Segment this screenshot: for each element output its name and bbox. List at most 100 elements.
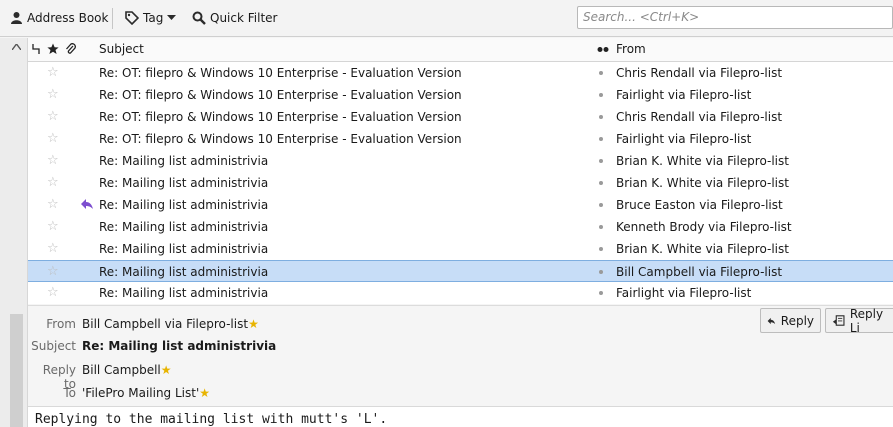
message-row[interactable]: ☆ Re: OT: filepro & Windows 10 Enterprise… [28, 106, 893, 128]
star-icon[interactable]: ☆ [47, 87, 59, 102]
to-name[interactable]: 'FilePro Mailing List' [82, 386, 199, 400]
message-from: Fairlight via Filepro-list [616, 132, 752, 146]
message-row[interactable]: ☆ Re: Mailing list administrivia Fairlight… [28, 282, 893, 304]
message-row[interactable]: ☆ Re: Mailing list administrivia Brian K. … [28, 172, 893, 194]
message-from: Fairlight via Filepro-list [616, 286, 752, 300]
message-row[interactable]: ☆ Re: OT: filepro & Windows 10 Enterprise… [28, 128, 893, 150]
tag-label: Tag [143, 11, 164, 25]
message-subject: Re: OT: filepro & Windows 10 Enterprise … [99, 88, 462, 102]
star-icon[interactable]: ☆ [47, 285, 59, 300]
star-icon[interactable]: ☆ [47, 241, 59, 256]
message-from: Brian K. White via Filepro-list [616, 154, 789, 168]
message-from: Kenneth Brody via Filepro-list [616, 220, 792, 234]
message-subject: Re: Mailing list administrivia [99, 265, 269, 279]
reply-button[interactable]: Reply [760, 308, 821, 333]
quick-filter-label: Quick Filter [210, 11, 278, 25]
message-from: Chris Rendall via Filepro-list [616, 110, 783, 124]
reply-to-value[interactable]: Bill Campbell★ [82, 363, 172, 377]
unread-dot-icon[interactable] [599, 93, 603, 97]
message-row[interactable]: ☆ Re: Mailing list administrivia Brian K. … [28, 150, 893, 172]
tag-button[interactable]: Tag [125, 8, 177, 28]
message-subject: Re: Mailing list administrivia [99, 154, 269, 168]
message-row[interactable]: ☆ Re: Mailing list administrivia Kenneth B… [28, 216, 893, 238]
unread-dot-icon[interactable] [599, 115, 603, 119]
reply-list-icon [832, 315, 845, 326]
star-icon[interactable]: ☆ [47, 153, 59, 168]
attachment-icon[interactable] [65, 43, 76, 55]
message-body: Replying to the mailing list with mutt's… [28, 406, 893, 427]
star-column-icon[interactable] [47, 43, 59, 55]
unread-dot-icon[interactable] [599, 159, 603, 163]
subject-label: Subject [31, 339, 76, 353]
message-row[interactable]: ☆ Re: Mailing list administrivia Bruce Eas… [28, 194, 893, 216]
to-label: To [63, 386, 76, 400]
unread-dot-icon[interactable] [599, 203, 603, 207]
to-value[interactable]: 'FilePro Mailing List'★ [82, 386, 210, 400]
quick-filter-button[interactable]: Quick Filter [192, 8, 277, 28]
from-label: From [46, 317, 76, 331]
message-from: Brian K. White via Filepro-list [616, 176, 789, 190]
message-from: Fairlight via Filepro-list [616, 88, 752, 102]
tag-icon [125, 11, 139, 25]
message-subject: Re: OT: filepro & Windows 10 Enterprise … [99, 132, 462, 146]
unread-dot-icon[interactable] [599, 247, 603, 251]
search-input[interactable]: Search... <Ctrl+K> [577, 6, 893, 29]
message-row[interactable]: ☆ Re: OT: filepro & Windows 10 Enterprise… [28, 62, 893, 84]
contact-star-icon[interactable]: ★ [199, 386, 210, 400]
unread-dot-icon[interactable] [599, 291, 603, 295]
message-row[interactable]: ☆ Re: Mailing list administrivia Brian K. … [28, 238, 893, 260]
message-body-text: Replying to the mailing list with mutt's… [35, 412, 388, 427]
search-placeholder: Search... <Ctrl+K> [583, 10, 700, 24]
star-icon[interactable]: ☆ [47, 109, 59, 124]
star-icon[interactable]: ☆ [47, 175, 59, 190]
unread-dot-icon[interactable] [599, 225, 603, 229]
address-book-label: Address Book [27, 11, 109, 25]
main-toolbar: Address Book Tag Quick Filter Search... … [0, 0, 893, 37]
scrollbar-thumb[interactable] [10, 314, 23, 427]
scroll-up-icon[interactable] [12, 44, 21, 50]
contact-star-icon[interactable]: ★ [248, 317, 259, 331]
message-subject: Re: OT: filepro & Windows 10 Enterprise … [99, 66, 462, 80]
column-subject[interactable]: Subject [99, 42, 144, 56]
message-from: Bruce Easton via Filepro-list [616, 198, 783, 212]
toolbar-separator [112, 8, 113, 29]
from-name[interactable]: Bill Campbell via Filepro-list [82, 317, 248, 331]
from-value[interactable]: Bill Campbell via Filepro-list★ [82, 317, 259, 331]
message-subject: Re: Mailing list administrivia [99, 220, 269, 234]
column-from[interactable]: From [616, 42, 646, 56]
unread-dot-icon[interactable] [599, 270, 603, 274]
thread-icon[interactable] [32, 44, 40, 55]
star-icon[interactable]: ☆ [47, 197, 59, 212]
contact-star-icon[interactable]: ★ [161, 363, 172, 377]
message-list: Subject From ☆ Re: OT: filepro & Windows … [28, 38, 893, 304]
address-book-button[interactable]: Address Book [10, 8, 108, 28]
unread-dot-icon[interactable] [599, 71, 603, 75]
message-header-pane: From Bill Campbell via Filepro-list★ Sub… [28, 305, 893, 406]
message-subject: Re: Mailing list administrivia [99, 176, 269, 190]
replied-arrow-icon [81, 199, 93, 209]
star-icon[interactable]: ☆ [47, 65, 59, 80]
message-row[interactable]: ☆ Re: Mailing list administrivia Bill Camp… [28, 260, 893, 282]
message-subject: Re: Mailing list administrivia [99, 286, 269, 300]
star-icon[interactable]: ☆ [47, 131, 59, 146]
unread-dot-icon[interactable] [599, 181, 603, 185]
message-row[interactable]: ☆ Re: OT: filepro & Windows 10 Enterprise… [28, 84, 893, 106]
subject-value: Re: Mailing list administrivia [82, 339, 277, 353]
message-subject: Re: Mailing list administrivia [99, 242, 269, 256]
message-subject: Re: OT: filepro & Windows 10 Enterprise … [99, 110, 462, 124]
message-from: Brian K. White via Filepro-list [616, 242, 789, 256]
reply-label: Reply [780, 313, 814, 328]
reply-list-button[interactable]: Reply Li [825, 307, 893, 335]
reply-icon [767, 317, 776, 324]
search-icon [192, 11, 206, 25]
message-from: Bill Campbell via Filepro-list [616, 265, 783, 279]
correspondents-icon[interactable] [597, 46, 609, 53]
chevron-down-icon [167, 15, 177, 20]
message-from: Chris Rendall via Filepro-list [616, 66, 783, 80]
message-subject: Re: Mailing list administrivia [99, 198, 269, 212]
unread-dot-icon[interactable] [599, 137, 603, 141]
reply-to-name[interactable]: Bill Campbell [82, 363, 161, 377]
star-icon[interactable]: ☆ [47, 264, 59, 279]
person-icon [11, 12, 22, 24]
star-icon[interactable]: ☆ [47, 219, 59, 234]
